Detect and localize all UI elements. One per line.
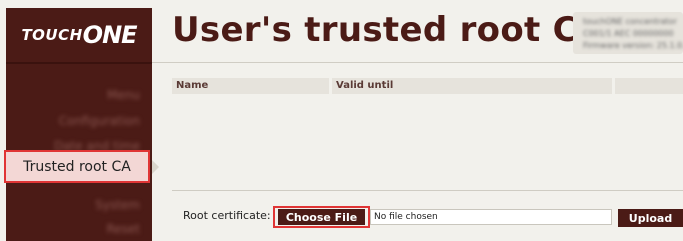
sidebar: TOUCH ONE Menu Configuration Date and tim… (6, 8, 152, 241)
table-divider (172, 190, 683, 191)
logo-one: ONE (82, 21, 138, 49)
app-frame: TOUCH ONE Menu Configuration Date and tim… (0, 0, 683, 241)
active-indicator-arrow (152, 160, 159, 174)
root-certificate-label: Root certificate: (183, 209, 271, 222)
logo: TOUCH ONE (6, 8, 152, 64)
certificate-table-header: Name Valid until (172, 78, 683, 94)
sidebar-item-system[interactable]: System (95, 198, 140, 212)
sidebar-item-reset[interactable]: Reset (106, 222, 140, 236)
header-divider (152, 62, 683, 63)
column-header-name[interactable]: Name (172, 78, 329, 94)
device-info-line: C001/1 AEC 00000000 (583, 29, 674, 38)
logo-touch: TOUCH (21, 26, 83, 44)
sidebar-item-trusted-root-ca[interactable]: Trusted root CA (4, 150, 150, 183)
page-title: User's trusted root CA (172, 10, 605, 50)
column-header-extra (615, 78, 683, 94)
device-info-box: touchONE concentrator C001/1 AEC 0000000… (573, 12, 683, 54)
sidebar-item-configuration[interactable]: Configuration (59, 114, 140, 128)
sidebar-item-menu[interactable]: Menu (107, 88, 140, 102)
column-header-valid-until[interactable]: Valid until (332, 78, 612, 94)
upload-button[interactable]: Upload (618, 209, 683, 227)
choose-file-button[interactable]: Choose File (278, 209, 365, 225)
file-input[interactable]: Choose File No file chosen (273, 206, 612, 228)
file-status-field: No file chosen (370, 209, 612, 225)
device-info-line: touchONE concentrator (583, 17, 677, 26)
device-info-line: Firmware version: 25.1.0.15 (583, 41, 683, 50)
